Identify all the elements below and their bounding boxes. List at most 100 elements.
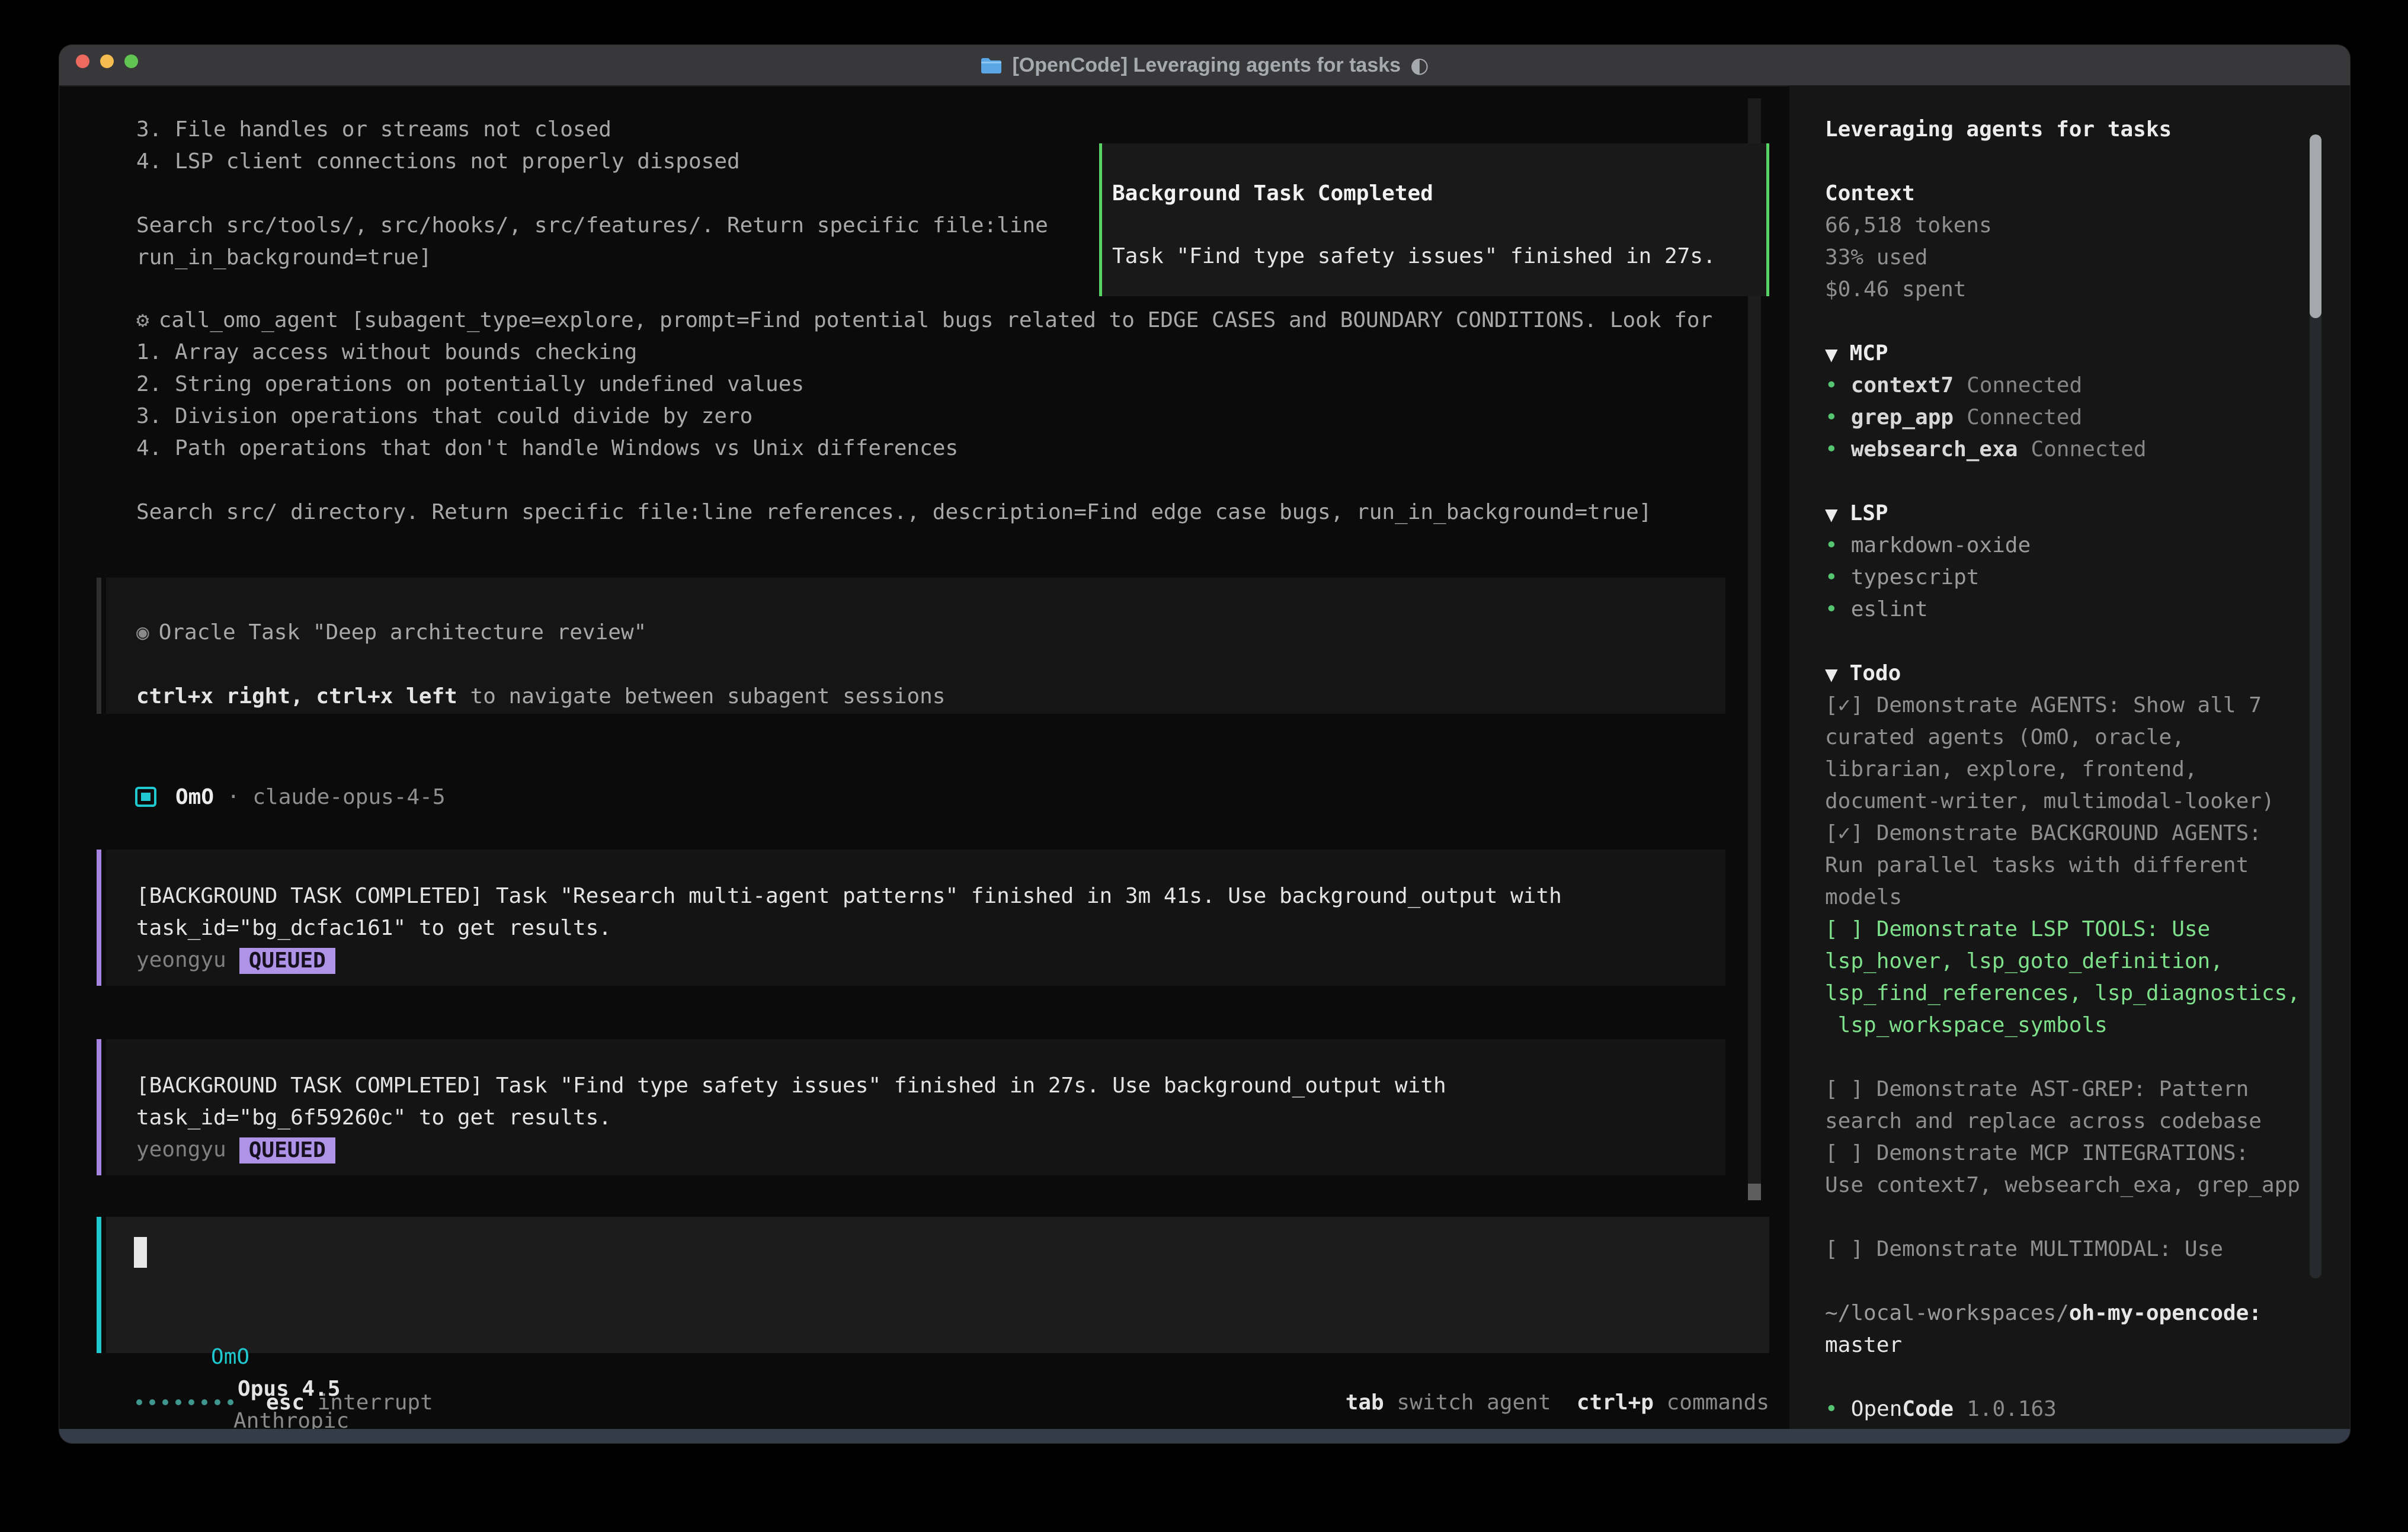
- toast-title: Background Task Completed: [1112, 178, 1433, 210]
- workspace-path: ~/local-workspaces/oh-my-opencode:: [1825, 1297, 2350, 1329]
- toast-body: Task "Find type safety issues" finished …: [1112, 241, 1716, 273]
- status-left: esc interrupt: [136, 1390, 433, 1415]
- task-author: yeongyu: [136, 1137, 226, 1162]
- record-icon: ◉: [136, 620, 149, 645]
- mcp-name: websearch_exa: [1851, 437, 2018, 461]
- todo-line: lsp_workspace_symbols: [1825, 1009, 2350, 1041]
- spacer: [1825, 306, 2350, 338]
- input-agent-name: OmO: [211, 1345, 249, 1369]
- oracle-box-border: [97, 578, 101, 714]
- prompt-input[interactable]: OmO Opus 4.5 Anthropic: [106, 1217, 1769, 1353]
- agent-header: OmO · claude-opus-4-5: [135, 781, 446, 813]
- esc-key-hint: esc: [266, 1390, 305, 1415]
- terminal-line: 4. Path operations that don't handle Win…: [136, 432, 1712, 464]
- todo-line: models: [1825, 882, 2350, 914]
- todo-line: document-writer, multimodal-looker): [1825, 786, 2350, 818]
- todo-line: curated agents (OmO, oracle,: [1825, 722, 2350, 754]
- app-version: •OpenCode1.0.163: [1825, 1393, 2350, 1425]
- agent-icon: [135, 787, 156, 807]
- todo-line: [ ] Demonstrate MCP INTEGRATIONS:: [1825, 1137, 2350, 1169]
- todo-line: [ ] Demonstrate AST-GREP: Pattern: [1825, 1073, 2350, 1105]
- spacer: [1825, 1361, 2350, 1393]
- brand-name: Open: [1851, 1397, 1903, 1421]
- todo-line: [✓] Demonstrate BACKGROUND AGENTS:: [1825, 818, 2350, 850]
- lsp-item: • typescript: [1825, 562, 2350, 594]
- model-info-line: OmO Opus 4.5 Anthropic: [134, 1309, 349, 1341]
- bullet-icon: •: [1825, 1397, 1838, 1421]
- terminal-line: 1. Array access without bounds checking: [136, 336, 1712, 368]
- todo-line: Use context7, websearch_exa, grep_app: [1825, 1169, 2350, 1201]
- bullet-icon: •: [1825, 405, 1838, 430]
- mcp-item: •context7Connected: [1825, 370, 2350, 402]
- task-text-line: [BACKGROUND TASK COMPLETED] Task "Find t…: [136, 1070, 1725, 1102]
- todo-line: lsp_hover, lsp_goto_definition,: [1825, 946, 2350, 977]
- chevron-down-icon: ▼: [1825, 665, 1838, 684]
- spacer: [1825, 1265, 2350, 1297]
- mcp-name: grep_app: [1851, 405, 1954, 430]
- lsp-name: markdown-oxide: [1851, 533, 2031, 557]
- bullet-icon: •: [1825, 597, 1838, 621]
- spacer: [1825, 1041, 2350, 1073]
- task-box-border: [97, 850, 101, 986]
- chevron-down-icon: ▼: [1825, 505, 1838, 524]
- terminal-line: Search src/tools/, src/hooks/, src/featu…: [136, 210, 1048, 242]
- spacer-line: [136, 649, 1725, 681]
- mcp-item: •grep_appConnected: [1825, 402, 2350, 434]
- task-message: [BACKGROUND TASK COMPLETED] Task "Resear…: [106, 850, 1725, 986]
- window-title: [OpenCode] Leveraging agents for tasks: [1012, 54, 1401, 77]
- todo-line: lsp_find_references, lsp_diagnostics,: [1825, 977, 2350, 1009]
- oracle-task-box: ◉Oracle Task "Deep architecture review" …: [106, 578, 1725, 714]
- sidebar-scrollbar-thumb[interactable]: [2310, 134, 2321, 318]
- commands-label: commands: [1667, 1390, 1769, 1415]
- context-spent: $0.46 spent: [1825, 274, 2350, 306]
- terminal-line: 2. String operations on potentially unde…: [136, 368, 1712, 400]
- terminal-line: 3. Division operations that could divide…: [136, 400, 1712, 432]
- esc-key-label: [305, 1390, 318, 1415]
- titlebar: [OpenCode] Leveraging agents for tasks ◐: [59, 45, 2350, 86]
- mcp-status: Connected: [1967, 373, 2082, 398]
- background-task-toast[interactable]: Background Task Completed Task "Find typ…: [1099, 143, 1769, 296]
- terminal-line: 3. File handles or streams not closed: [136, 114, 1048, 146]
- brand-name-bold: Code: [1902, 1397, 1954, 1421]
- todo-line: [ ] Demonstrate LSP TOOLS: Use: [1825, 914, 2350, 946]
- mcp-heading: MCP: [1850, 341, 1888, 366]
- lsp-name: eslint: [1851, 597, 1928, 621]
- tool-call-block: ⚙call_omo_agent [subagent_type=explore, …: [136, 305, 1712, 528]
- status-badge: QUEUED: [239, 948, 335, 974]
- window-title-group: [OpenCode] Leveraging agents for tasks ◐: [59, 45, 2350, 85]
- shortcut-keys: ctrl+x right, ctrl+x left: [136, 684, 457, 709]
- oracle-hint-line: ctrl+x right, ctrl+x left to navigate be…: [136, 681, 1725, 713]
- spacer: [1825, 146, 2350, 178]
- workspace-repo: oh-my-opencode:: [2069, 1301, 2262, 1325]
- terminal-line: [136, 464, 1712, 496]
- context-heading: Context: [1825, 178, 2350, 210]
- main-scrollbar-thumb[interactable]: [1748, 1184, 1761, 1200]
- terminal-line: run_in_background=true]: [136, 242, 1048, 274]
- chevron-down-icon: ▼: [1825, 345, 1838, 364]
- folder-icon: [980, 56, 1003, 74]
- terminal-line: Search src/ directory. Return specific f…: [136, 496, 1712, 528]
- window-bottom-edge: [59, 1429, 2350, 1443]
- input-box-border: [97, 1217, 101, 1353]
- lsp-name: typescript: [1851, 565, 1980, 589]
- status-right: tab switch agent ctrl+p commands: [1346, 1390, 1769, 1415]
- task-meta-line: yeongyuQUEUED: [136, 944, 1725, 976]
- mcp-item: •websearch_exaConnected: [1825, 434, 2350, 466]
- agent-name: OmO: [175, 785, 214, 809]
- bullet-icon: •: [1825, 565, 1838, 589]
- shortcut-hint: to navigate between subagent sessions: [457, 684, 946, 709]
- bullet-icon: •: [1825, 437, 1838, 461]
- terminal-scrollback: 3. File handles or streams not closed 4.…: [136, 114, 1048, 274]
- gear-icon: ⚙: [136, 308, 149, 332]
- session-sidebar: Leveraging agents for tasks Context 66,5…: [1789, 85, 2350, 1429]
- lsp-section-header[interactable]: ▼LSP: [1825, 498, 2350, 530]
- todo-heading: Todo: [1850, 661, 1901, 685]
- todo-section-header[interactable]: ▼ Todo: [1825, 658, 2350, 690]
- switch-agent-label: switch agent: [1397, 1390, 1551, 1415]
- terminal-line: 4. LSP client connections not properly d…: [136, 146, 1048, 178]
- task-meta-line: yeongyuQUEUED: [136, 1134, 1725, 1166]
- todo-line: Run parallel tasks with different: [1825, 850, 2350, 882]
- spacer: [1825, 626, 2350, 658]
- mcp-section-header[interactable]: ▼ MCP: [1825, 338, 2350, 370]
- todo-line: search and replace across codebase: [1825, 1105, 2350, 1137]
